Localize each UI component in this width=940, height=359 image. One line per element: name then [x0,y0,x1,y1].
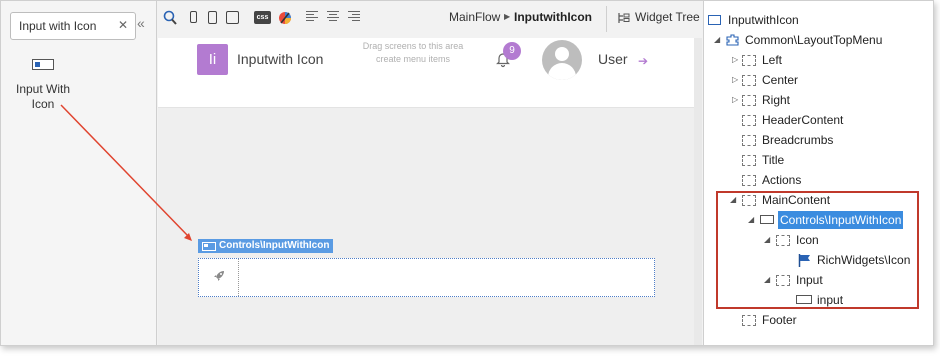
expanded-caret-icon[interactable]: ◢ [714,31,720,49]
widget-tree-icon [618,13,630,23]
breadcrumb-screen[interactable]: InputwithIcon [514,10,592,24]
preview-search-icon[interactable] [163,10,178,26]
layout-top-menu: Ii Inputwith Icon Drag screens to this a… [158,38,694,108]
editor-toolbar: css MainFlow ▶ InputwithIcon Widget Tree [158,1,702,37]
input-with-icon-control[interactable] [198,258,655,297]
screen-canvas[interactable]: Ii Inputwith Icon Drag screens to this a… [158,38,694,345]
theme-palette-icon[interactable] [278,10,292,26]
placeholder-icon [742,175,756,186]
logout-icon[interactable]: ➔ [638,54,648,68]
placeholder-icon [742,115,756,126]
clear-search-icon[interactable]: ✕ [118,18,128,32]
highlight-box [716,191,919,309]
placeholder-icon [742,155,756,166]
breadcrumb-separator-icon: ▶ [504,12,511,21]
input-widget-icon [32,59,54,70]
avatar[interactable] [542,40,582,80]
toolbox-search-input[interactable] [19,18,111,34]
phone-small-icon[interactable] [190,11,197,23]
canvas-scrollbar[interactable] [694,38,702,345]
placeholder-icon [742,95,756,106]
tablet-icon[interactable] [226,11,239,24]
widget-tree-panel: InputwithIcon ◢ Common\LayoutTopMenu ▷ L… [703,1,933,345]
block-puzzle-icon [726,34,739,46]
placeholder-icon [742,55,756,66]
user-name[interactable]: User [598,51,628,67]
placeholder-icon [742,75,756,86]
collapse-toolbox-icon[interactable]: « [137,15,145,31]
error-underline [818,307,846,308]
toolbox-panel: ✕ « Input With Icon [1,1,157,345]
control-tag-label[interactable]: Controls\InputWithIcon [198,239,334,253]
toolbox-search[interactable]: ✕ [10,12,136,40]
widget-tree-tab-label: Widget Tree [635,10,700,24]
align-right-icon[interactable] [348,11,360,23]
toolbox-widget-input-with-icon[interactable]: Input With Icon [7,59,79,112]
menu-drag-hint: Drag screens to this area create menu it… [362,41,464,64]
ide-window: ✕ « Input With Icon css MainFlow ▶ Input… [0,0,934,346]
icon-placeholder[interactable] [199,259,239,296]
align-left-icon[interactable] [306,11,318,23]
css-icon[interactable]: css [254,11,271,24]
app-logo: Ii [197,44,228,75]
phone-icon[interactable] [208,11,217,24]
align-center-icon[interactable] [327,11,339,23]
collapsed-caret-icon[interactable]: ▷ [732,51,738,69]
app-name: Inputwith Icon [237,51,324,67]
rocket-icon [213,271,224,281]
screen-icon [708,15,721,25]
toolbox-widget-label: Input With Icon [15,82,71,111]
tab-widget-tree[interactable]: Widget Tree [606,6,702,32]
breadcrumb-flow[interactable]: MainFlow [449,10,500,24]
notification-badge: 9 [503,42,521,60]
collapsed-caret-icon[interactable]: ▷ [732,91,738,109]
collapsed-caret-icon[interactable]: ▷ [732,71,738,89]
placeholder-icon [742,135,756,146]
placeholder-icon [742,315,756,326]
